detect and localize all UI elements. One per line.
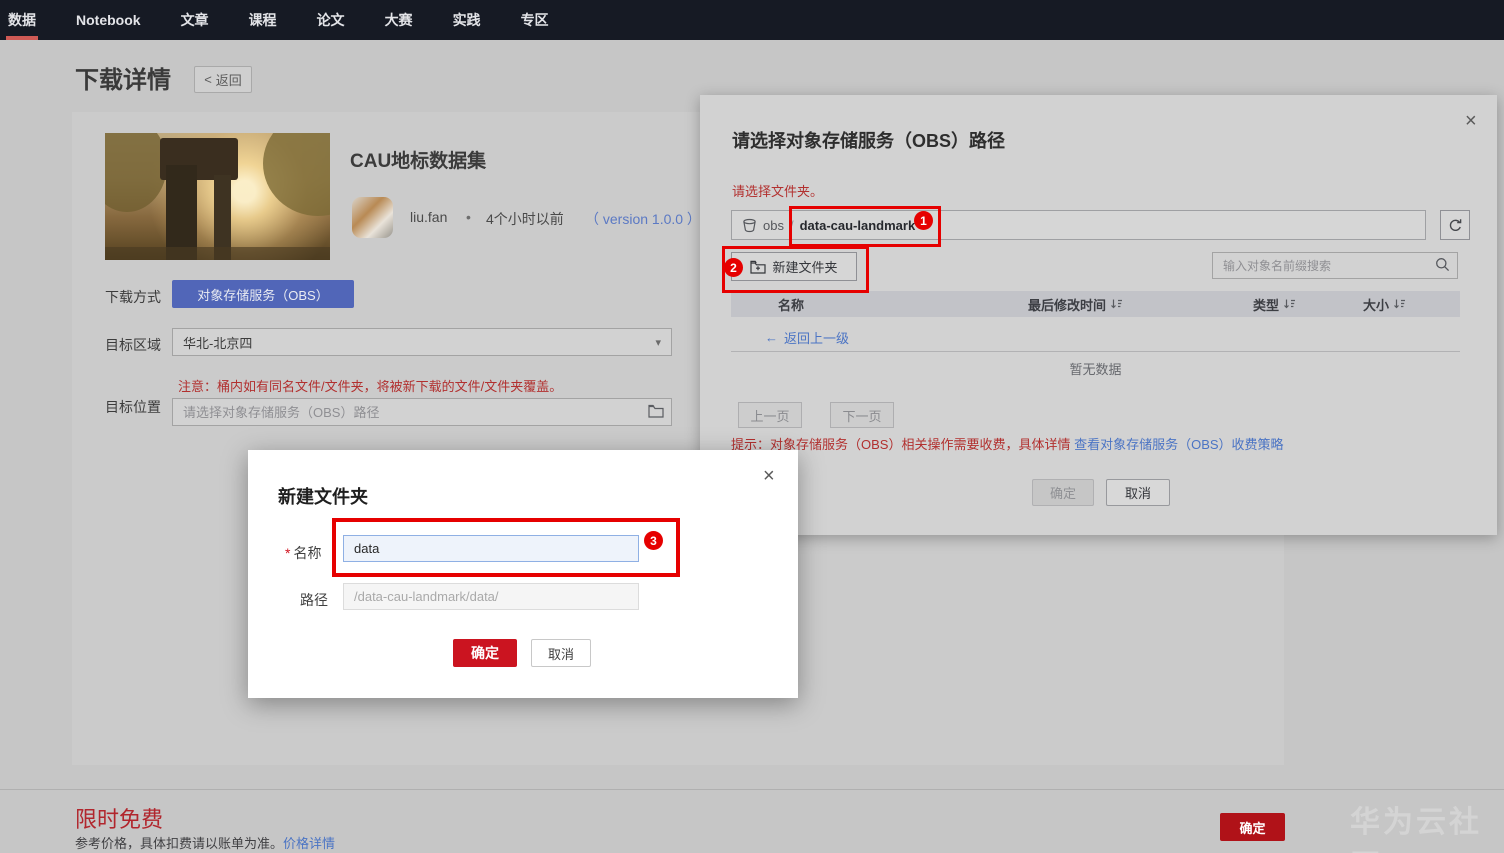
- new-folder-button[interactable]: 新建文件夹: [731, 252, 857, 281]
- dataset-time: 4个小时以前: [486, 211, 564, 227]
- column-header-type-label: 类型: [1253, 297, 1280, 313]
- folder-plus-icon: [750, 260, 767, 274]
- fee-hint: 提示：对象存储服务（OBS）相关操作需要收费，具体详情 查看对象存储服务（OBS…: [731, 434, 1284, 453]
- page-title: 下载详情: [75, 67, 171, 94]
- price-title: 限时免费: [75, 807, 164, 832]
- nav-item-notebook[interactable]: Notebook: [76, 12, 141, 28]
- annotation-badge-3: 3: [644, 531, 663, 550]
- target-path-field: [172, 398, 672, 426]
- folder-name-input[interactable]: [343, 535, 639, 562]
- footer-ok-button[interactable]: 确定: [1220, 813, 1285, 841]
- bullet-separator: •: [466, 209, 471, 225]
- user-avatar[interactable]: [352, 197, 393, 238]
- new-folder-button-label: 新建文件夹: [772, 260, 838, 275]
- column-header-modified-label: 最后修改时间: [1028, 297, 1107, 313]
- nav-item-articles[interactable]: 文章: [181, 10, 209, 30]
- chevron-left-icon: <: [204, 72, 212, 87]
- column-header-modified[interactable]: 最后修改时间: [1028, 295, 1253, 314]
- obs-dialog-title: 请选择对象存储服务（OBS）路径: [732, 131, 1006, 151]
- folder-path-label: 路径: [300, 592, 328, 608]
- prev-page-button[interactable]: 上一页: [738, 402, 802, 428]
- table-row-back[interactable]: ← 返回上一级: [731, 323, 1460, 352]
- bucket-icon: [742, 218, 757, 233]
- folder-dialog-close-icon[interactable]: ×: [763, 466, 775, 486]
- nav-item-competitions[interactable]: 大赛: [385, 10, 413, 30]
- column-header-name[interactable]: 名称: [778, 295, 1028, 314]
- chevron-down-icon: ▾: [655, 336, 661, 349]
- thumbnail-ground: [105, 247, 330, 260]
- dataset-version[interactable]: （ version 1.0.0 ）: [585, 209, 701, 229]
- annotation-badge-1: 1: [914, 211, 933, 230]
- required-mark: *: [285, 545, 291, 561]
- obs-dialog-hint: 请选择文件夹。: [732, 184, 824, 199]
- nav-item-data[interactable]: 数据: [6, 10, 38, 40]
- price-note-text: 参考价格，具体扣费请以账单为准。: [75, 836, 284, 851]
- dataset-author: liu.fan: [410, 209, 448, 225]
- annotation-badge-2: 2: [724, 258, 743, 277]
- top-nav: 数据 Notebook 文章 课程 论文 大赛 实践 专区: [0, 0, 1504, 40]
- fee-policy-link[interactable]: 查看对象存储服务（OBS）收费策略: [1074, 437, 1283, 452]
- thumbnail-gate-pillar-left: [166, 165, 197, 260]
- nav-item-practice[interactable]: 实践: [453, 10, 481, 30]
- region-label: 目标区域: [105, 337, 161, 353]
- current-path: data-cau-landmark: [799, 217, 916, 233]
- target-path-input[interactable]: [172, 398, 672, 426]
- sort-icon[interactable]: [1283, 298, 1296, 310]
- folder-dialog-ok-button[interactable]: 确定: [453, 639, 517, 667]
- refresh-button[interactable]: [1440, 210, 1470, 240]
- region-select-value: 华北-北京四: [183, 335, 253, 351]
- price-detail-link[interactable]: 价格详情: [283, 836, 335, 851]
- thumbnail-tree-left: [105, 133, 167, 212]
- dataset-thumbnail: [105, 133, 330, 260]
- back-button[interactable]: < 返回: [194, 66, 252, 93]
- new-folder-dialog: × 新建文件夹 *名称 路径 确定 取消: [248, 450, 798, 698]
- price-note: 参考价格，具体扣费请以账单为准。价格详情: [75, 833, 335, 852]
- back-arrow-icon: ←: [765, 329, 778, 345]
- target-location-label: 目标位置: [105, 399, 161, 415]
- column-header-type[interactable]: 类型: [1253, 295, 1363, 314]
- overwrite-warning: 注意：桶内如有同名文件/文件夹，将被新下载的文件/文件夹覆盖。: [178, 379, 563, 394]
- folder-name-label-text: 名称: [293, 545, 322, 561]
- region-select[interactable]: 华北-北京四 ▾: [172, 328, 672, 356]
- folder-dialog-cancel-button[interactable]: 取消: [531, 639, 591, 667]
- next-page-button[interactable]: 下一页: [830, 402, 894, 428]
- nav-item-courses[interactable]: 课程: [249, 10, 277, 30]
- footer-divider: [0, 789, 1504, 790]
- nav-item-papers[interactable]: 论文: [317, 10, 345, 30]
- path-separator: /: [789, 217, 794, 233]
- column-header-size[interactable]: 大小: [1363, 295, 1406, 314]
- obs-path-dialog: × 请选择对象存储服务（OBS）路径 请选择文件夹。 obs / data-ca…: [700, 95, 1497, 535]
- back-button-label: 返回: [215, 73, 242, 88]
- back-up-level-link[interactable]: 返回上一级: [784, 328, 849, 347]
- screen: 数据 Notebook 文章 课程 论文 大赛 实践 专区 下载详情 < 返回 …: [0, 0, 1504, 853]
- object-table-header: 名称 最后修改时间 类型 大小: [731, 291, 1460, 317]
- column-header-size-label: 大小: [1363, 297, 1390, 313]
- thumbnail-tree-right: [263, 133, 330, 216]
- download-method-label: 下载方式: [105, 289, 161, 305]
- obs-dialog-close-icon[interactable]: ×: [1465, 111, 1477, 131]
- watermark: 华为云社区: [1350, 806, 1482, 853]
- obs-dialog-cancel-button[interactable]: 取消: [1106, 479, 1170, 506]
- sort-icon[interactable]: [1393, 298, 1406, 310]
- empty-data-text: 暂无数据: [1069, 362, 1122, 377]
- sort-icon[interactable]: [1110, 298, 1123, 310]
- bucket-name: obs: [763, 217, 784, 233]
- obs-breadcrumb-field[interactable]: obs / data-cau-landmark: [731, 210, 1426, 240]
- obs-dialog-ok-button[interactable]: 确定: [1032, 479, 1094, 506]
- nav-item-zone[interactable]: 专区: [521, 10, 549, 30]
- folder-icon[interactable]: [648, 404, 664, 418]
- search-icon[interactable]: [1435, 257, 1450, 272]
- object-search-field: [1212, 252, 1458, 279]
- folder-name-label: * 名称: [285, 543, 321, 563]
- folder-dialog-title: 新建文件夹: [278, 487, 368, 507]
- dataset-title: CAU地标数据集: [350, 151, 487, 172]
- folder-path-input: [343, 583, 639, 610]
- obs-method-button[interactable]: 对象存储服务（OBS）: [172, 280, 354, 308]
- column-header-name-label: 名称: [778, 297, 805, 313]
- object-search-input[interactable]: [1212, 252, 1458, 279]
